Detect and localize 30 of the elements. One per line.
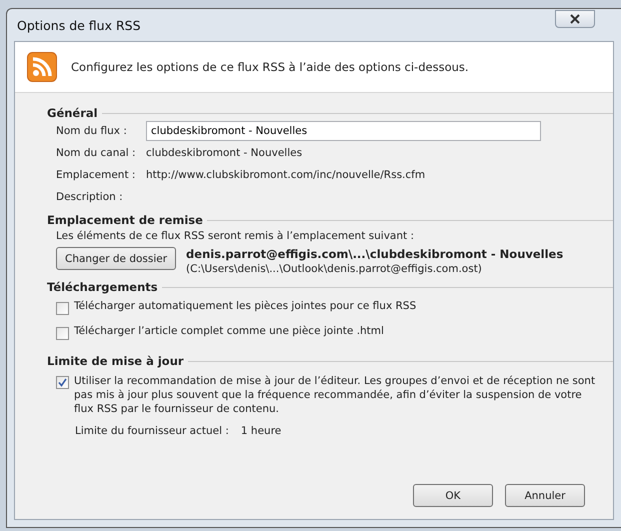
checkbox-label: Télécharger l’article complet comme une pièce jointe .html: [74, 325, 384, 337]
file-path: (C:\Users\denis\...\Outlook\denis.parrot@effigis.com.ost): [186, 263, 483, 275]
window-title: Options de flux RSS: [16, 18, 141, 32]
checkbox[interactable]: [56, 302, 69, 315]
field-value: http://www.clubskibromont.com/inc/nouvelle/Rss.cfm: [146, 169, 426, 181]
close-button[interactable]: [555, 10, 595, 28]
section-heading: Général: [47, 106, 98, 120]
info-text: Les éléments de ce flux RSS seront remis à l’emplacement suivant :: [55, 230, 416, 242]
field-value: clubdeskibromont - Nouvelles: [146, 147, 302, 159]
limit-label: Limite du fournisseur actuel :: [75, 425, 229, 437]
dialog-button[interactable]: OK: [413, 484, 493, 507]
change-folder-button[interactable]: Changer de dossier: [56, 247, 176, 270]
folder-path: denis.parrot@effigis.com\...\clubdeskibromont - Nouvelles: [186, 247, 564, 261]
section-heading: Emplacement de remise: [47, 213, 203, 227]
dialog-button[interactable]: Annuler: [505, 484, 585, 507]
limit-value: 1 heure: [240, 425, 282, 437]
header-text: Configurez les options de ce flux RSS à l’aide des options ci-dessous.: [71, 60, 469, 74]
checkbox-label: Télécharger automatiquement les pièces jointes pour ce flux RSS: [74, 300, 416, 312]
close-icon: [569, 14, 581, 24]
field-label: Nom du canal :: [56, 147, 137, 159]
checkbox[interactable]: [56, 376, 69, 389]
rss-icon: [27, 52, 57, 82]
input-field[interactable]: clubdeskibromont - Nouvelles: [146, 121, 541, 141]
checkbox[interactable]: [56, 327, 69, 340]
checkbox-label: Utiliser la recommandation de mise à jour de l’éditeur. Les groupes d’envoi et de réception ne sont pas mis à jour plus souvent que la fréquence recommandée, afin d’éviter la suspension de votre flux RSS par le fournisseur de contenu.: [74, 374, 596, 416]
field-label: Emplacement :: [56, 169, 136, 181]
field-label: Nom du flux :: [56, 125, 128, 137]
section-heading: Limite de mise à jour: [47, 354, 184, 368]
field-label: Description :: [56, 191, 124, 203]
section-heading: Téléchargements: [47, 280, 158, 294]
